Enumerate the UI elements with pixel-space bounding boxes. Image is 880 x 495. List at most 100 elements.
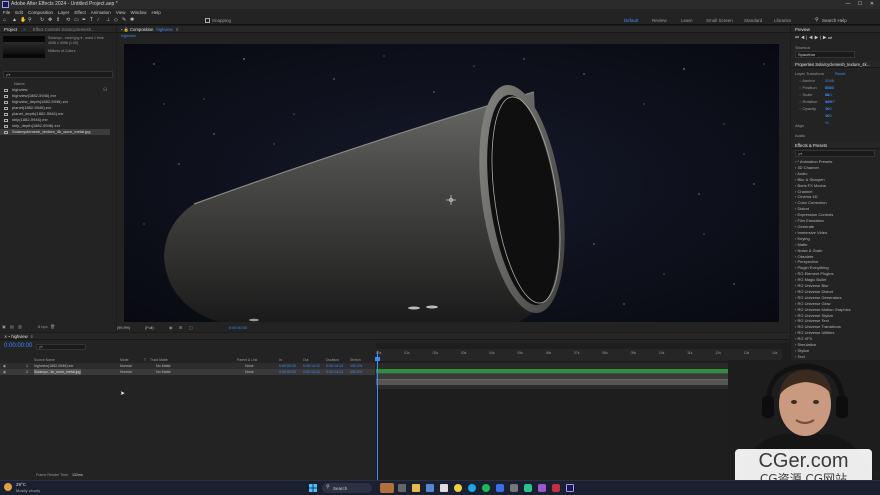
ruler-tick-label: 07s (574, 351, 580, 355)
spotify-icon[interactable] (482, 484, 490, 492)
chrome-icon[interactable] (454, 484, 462, 492)
eraser-tool-icon[interactable]: ◇ (114, 18, 119, 23)
last-frame-button[interactable]: ⏭ (828, 35, 834, 40)
widget-icon[interactable] (380, 483, 394, 493)
weather-desc[interactable]: Mostly cloudy (16, 488, 40, 493)
search-icon[interactable]: ⚲ (815, 18, 820, 23)
menu-composition[interactable]: Composition (28, 9, 53, 16)
effects-search-input[interactable]: ρ▾ (795, 150, 875, 157)
new-comp-icon[interactable]: ▥ (18, 324, 22, 329)
menu-effect[interactable]: Effect (74, 9, 85, 16)
minimize-button[interactable]: — (843, 0, 853, 9)
quality-dropdown[interactable]: (Full) (145, 324, 154, 332)
menu-animation[interactable]: Animation (91, 9, 111, 16)
task-view-icon[interactable] (398, 484, 406, 492)
project-item-list: highview highview(1882-5946).exr highvie… (0, 87, 110, 135)
workspace-libraries[interactable]: Libraries (774, 17, 791, 24)
hand-tool-icon[interactable]: ✋ (20, 18, 26, 23)
app-icon[interactable] (496, 484, 504, 492)
timeline-tab[interactable]: highview (11, 334, 27, 339)
app-icon[interactable] (510, 484, 518, 492)
project-search-input[interactable]: ρ▾ (3, 71, 113, 78)
table-row[interactable]: ◉ 2 Solarcyc...lic_worn_metal.jpg Normal… (0, 369, 375, 375)
list-item-selected[interactable]: Solarcyclemesh_texture_4k_worn_metal.jpg (0, 129, 110, 135)
grid-icon[interactable]: ⊞ (179, 324, 182, 332)
weather-icon[interactable] (4, 483, 12, 491)
zoom-tool-icon[interactable]: ⚲ (28, 18, 33, 23)
visibility-eye-icon[interactable]: ◉ (3, 369, 6, 375)
project-panel-header: Project ≡ Effect Controls Solarcyclemesh… (0, 26, 116, 33)
zoom-dropdown[interactable]: (99.9%) (117, 324, 130, 332)
shortcut-dropdown[interactable]: Spacebar (795, 51, 855, 58)
store-icon[interactable] (426, 484, 434, 492)
comp-breadcrumb[interactable]: highview (121, 34, 136, 38)
effect-controls-tab[interactable]: Effect Controls Solarcyclemesh... (33, 27, 95, 32)
playhead-handle[interactable] (375, 357, 380, 361)
app-icon[interactable] (524, 484, 532, 492)
time-ruler[interactable]: 00s 01s 02s 03s 04s 05s 06s 07s 08s 09s 10s 11s 12s 1… (376, 349, 782, 361)
file-explorer-icon[interactable] (412, 484, 420, 492)
edge-icon[interactable] (468, 484, 476, 492)
search-help-field[interactable]: Search Help (822, 17, 847, 24)
audio-section[interactable]: Audio (795, 133, 805, 138)
app-icon[interactable] (440, 484, 448, 492)
name-column-header[interactable]: Name (14, 81, 25, 86)
puppet-tool-icon[interactable]: ✱ (130, 18, 135, 23)
project-tab[interactable]: Project (4, 27, 17, 32)
selection-tool-icon[interactable]: ▲ (12, 18, 17, 23)
taskbar-search[interactable]: ⚲ Search (322, 483, 372, 493)
weather-temp[interactable]: 29°C (16, 482, 26, 487)
comp-footer-timecode[interactable]: 0:00:00:00 (229, 324, 247, 332)
mask-icon[interactable]: ▢ (189, 324, 193, 332)
workspace-learn[interactable]: Learn (681, 17, 693, 24)
workspace-standard[interactable]: Standard (744, 17, 762, 24)
menu-help[interactable]: Help (151, 9, 160, 16)
workspace-review[interactable]: Review (652, 17, 667, 24)
camera-icon[interactable]: ◉ (169, 324, 172, 332)
bpc-label[interactable]: 8 bpc (38, 324, 48, 329)
selected-item-colors: Millions of Colors (48, 49, 76, 53)
pen-tool-icon[interactable]: ✒ (82, 18, 87, 23)
menu-view[interactable]: View (116, 9, 126, 16)
windows-start-icon[interactable] (309, 484, 317, 492)
workspace-default[interactable]: Default (624, 17, 638, 24)
timeline-timecode[interactable]: 0:00:00:00 (4, 343, 32, 349)
app-icon[interactable] (552, 484, 560, 492)
pan-tool-icon[interactable]: ✥ (48, 18, 53, 23)
timeline-search-input[interactable]: ρ▾ (36, 344, 86, 350)
type-tool-icon[interactable]: T (90, 18, 95, 23)
rectangle-tool-icon[interactable]: ▭ (74, 18, 79, 23)
layer-bar-2[interactable] (376, 379, 782, 385)
roto-tool-icon[interactable]: ✎ (122, 18, 127, 23)
space-render (124, 44, 779, 322)
reset-link[interactable]: Reset (835, 71, 845, 76)
workspace-small-screen[interactable]: Small Screen (706, 17, 733, 24)
brush-tool-icon[interactable]: ∕ (98, 18, 103, 23)
home-icon[interactable]: ⌂ (3, 18, 8, 23)
timeline-panel: ✕ ▪ highview ≡ 0:00:00:00 ρ▾ Source Name … (0, 333, 790, 480)
prev-frame-button[interactable]: ◀| (801, 35, 809, 40)
composition-tab-name[interactable]: highview (156, 27, 172, 32)
next-frame-button[interactable]: |▶ (820, 35, 828, 40)
after-effects-taskbar-icon[interactable] (566, 484, 574, 492)
clone-tool-icon[interactable]: ⊥ (106, 18, 111, 23)
new-folder-icon[interactable]: ▤ (10, 324, 14, 329)
maximize-button[interactable]: ☐ (855, 0, 865, 9)
menu-window[interactable]: Window (130, 9, 146, 16)
interpret-footage-icon[interactable]: ▣ (2, 324, 6, 329)
app-icon[interactable] (538, 484, 546, 492)
rotate-tool-icon[interactable]: ⟲ (66, 18, 71, 23)
composition-tab-label[interactable]: Composition (130, 27, 153, 32)
menu-file[interactable]: File (3, 9, 10, 16)
trash-icon[interactable]: 🗑 (50, 324, 55, 329)
comp-viewer[interactable] (124, 44, 779, 322)
orbit-tool-icon[interactable]: ↻ (40, 18, 45, 23)
close-button[interactable]: ✕ (867, 0, 877, 9)
menu-edit[interactable]: Edit (15, 9, 23, 16)
snapping-checkbox[interactable] (205, 18, 210, 23)
playhead[interactable] (377, 351, 378, 480)
property-row: ◌ Rotation 0x+0° (799, 99, 836, 104)
align-section[interactable]: Align (795, 123, 804, 128)
menu-layer[interactable]: Layer (58, 9, 69, 16)
dolly-tool-icon[interactable]: ⇕ (56, 18, 61, 23)
